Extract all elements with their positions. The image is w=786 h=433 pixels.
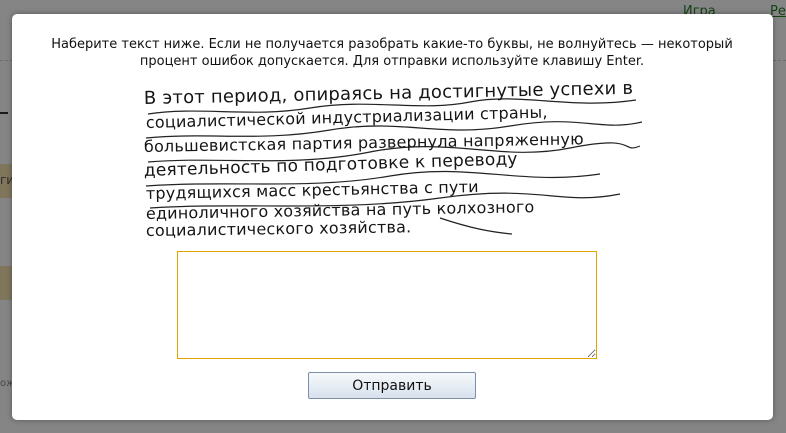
typing-test-dialog: Наберите текст ниже. Если не получается … (12, 14, 773, 420)
captcha-image: В этот период, опираясь на достигнутые у… (140, 82, 646, 238)
answer-textarea[interactable] (177, 251, 597, 359)
captcha-line: социалистического хозяйства. (146, 217, 412, 238)
instructions-text: Наберите текст ниже. Если не получается … (51, 37, 733, 69)
submit-button[interactable]: Отправить (308, 372, 476, 399)
